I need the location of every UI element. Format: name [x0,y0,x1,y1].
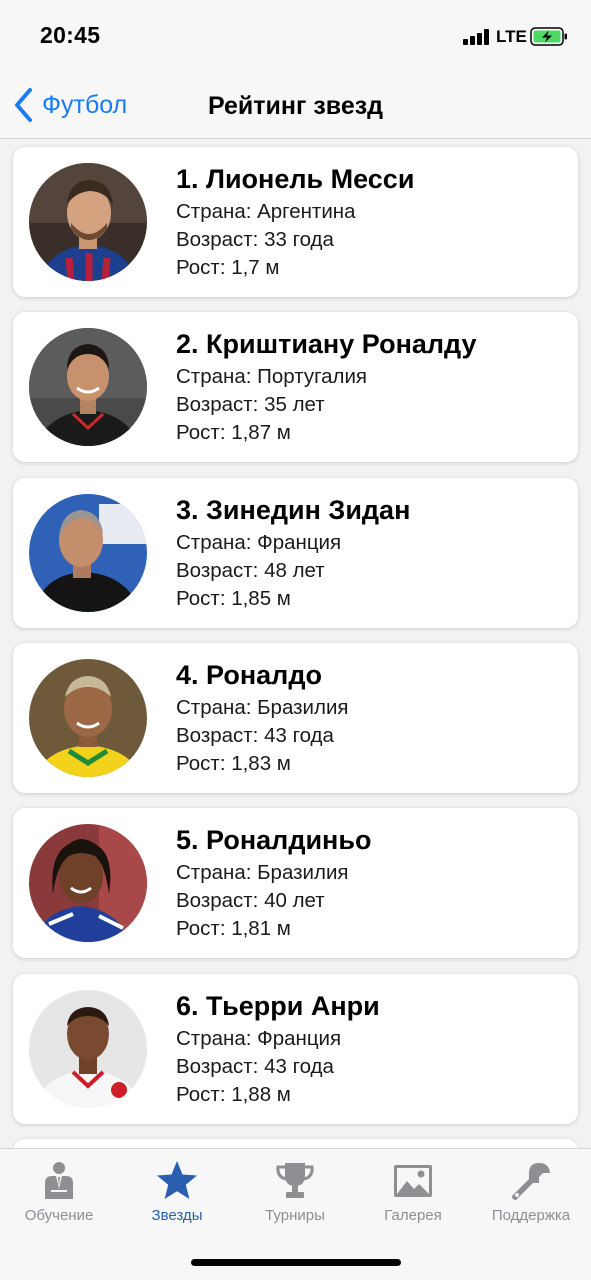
player-age: Возраст: 48 лет [176,559,325,582]
player-name: 6. Тьерри Анри [176,991,380,1021]
player-height: Рост: 1,7 м [176,256,280,279]
tab-label: Поддержка [491,1207,571,1224]
wrench-icon [512,1163,550,1200]
tab-education[interactable]: Обучение [0,1149,118,1229]
tab-support[interactable]: Поддержка [472,1149,590,1229]
player-height: Рост: 1,83 м [176,752,291,775]
player-age: Возраст: 43 года [176,724,334,747]
tab-label: Звезды [151,1207,203,1224]
player-name: 3. Зинедин Зидан [176,495,411,525]
player-photo [29,494,147,612]
navigation-bar: Футбол Рейтинг звезд [0,72,591,139]
player-card[interactable]: 6. Тьерри Анри Страна: Франция Возраст: … [13,974,578,1124]
player-card[interactable]: 5. Роналдиньо Страна: Бразилия Возраст: … [13,808,578,958]
player-name: 1. Лионель Месси [176,164,415,194]
player-card[interactable] [13,1139,578,1148]
player-card[interactable]: 4. Роналдо Страна: Бразилия Возраст: 43 … [13,643,578,793]
player-photo [29,990,147,1108]
status-bar: 20:45 LTE [0,0,591,72]
player-height: Рост: 1,81 м [176,917,291,940]
player-height: Рост: 1,87 м [176,421,291,444]
player-card[interactable]: 3. Зинедин Зидан Страна: Франция Возраст… [13,478,578,628]
player-country: Страна: Бразилия [176,861,349,884]
players-list[interactable]: 1. Лионель Месси Страна: Аргентина Возра… [0,140,591,1148]
tab-stars[interactable]: Звезды [118,1149,236,1229]
photo-icon [394,1165,432,1197]
screen: 20:45 LTE Футбол Рейтинг звезд 1. Лионел… [0,0,591,1280]
tab-label: Обучение [24,1207,94,1224]
player-card[interactable]: 2. Криштиану Роналду Страна: Португалия … [13,312,578,462]
player-photo [29,659,147,777]
player-country: Страна: Португалия [176,365,368,388]
tab-label: Турниры [265,1207,325,1224]
player-photo [29,328,147,446]
trophy-icon [276,1163,314,1198]
player-name: 2. Криштиану Роналду [176,329,477,359]
player-age: Возраст: 35 лет [176,393,325,416]
status-time: 20:45 [40,22,101,48]
player-photo [29,163,147,281]
player-country: Страна: Бразилия [176,696,349,719]
player-height: Рост: 1,85 м [176,587,291,610]
player-country: Страна: Аргентина [176,200,356,223]
player-country: Страна: Франция [176,1027,342,1050]
player-age: Возраст: 33 года [176,228,334,251]
tab-gallery[interactable]: Галерея [354,1149,472,1229]
page-title: Рейтинг звезд [207,92,384,120]
teacher-icon [45,1162,73,1199]
player-name: 4. Роналдо [176,660,322,690]
home-indicator[interactable] [191,1259,401,1266]
battery-charging-icon [530,27,567,46]
tab-tournaments[interactable]: Турниры [236,1149,354,1229]
player-age: Возраст: 43 года [176,1055,334,1078]
star-icon [157,1161,197,1199]
player-height: Рост: 1,88 м [176,1083,291,1106]
cellular-signal-icon [463,29,493,45]
player-card[interactable]: 1. Лионель Месси Страна: Аргентина Возра… [13,147,578,297]
player-photo [29,824,147,942]
network-type: LTE [496,27,527,46]
tab-label: Галерея [384,1207,442,1224]
player-age: Возраст: 40 лет [176,889,325,912]
player-country: Страна: Франция [176,531,342,554]
player-name: 5. Роналдиньо [176,825,372,855]
